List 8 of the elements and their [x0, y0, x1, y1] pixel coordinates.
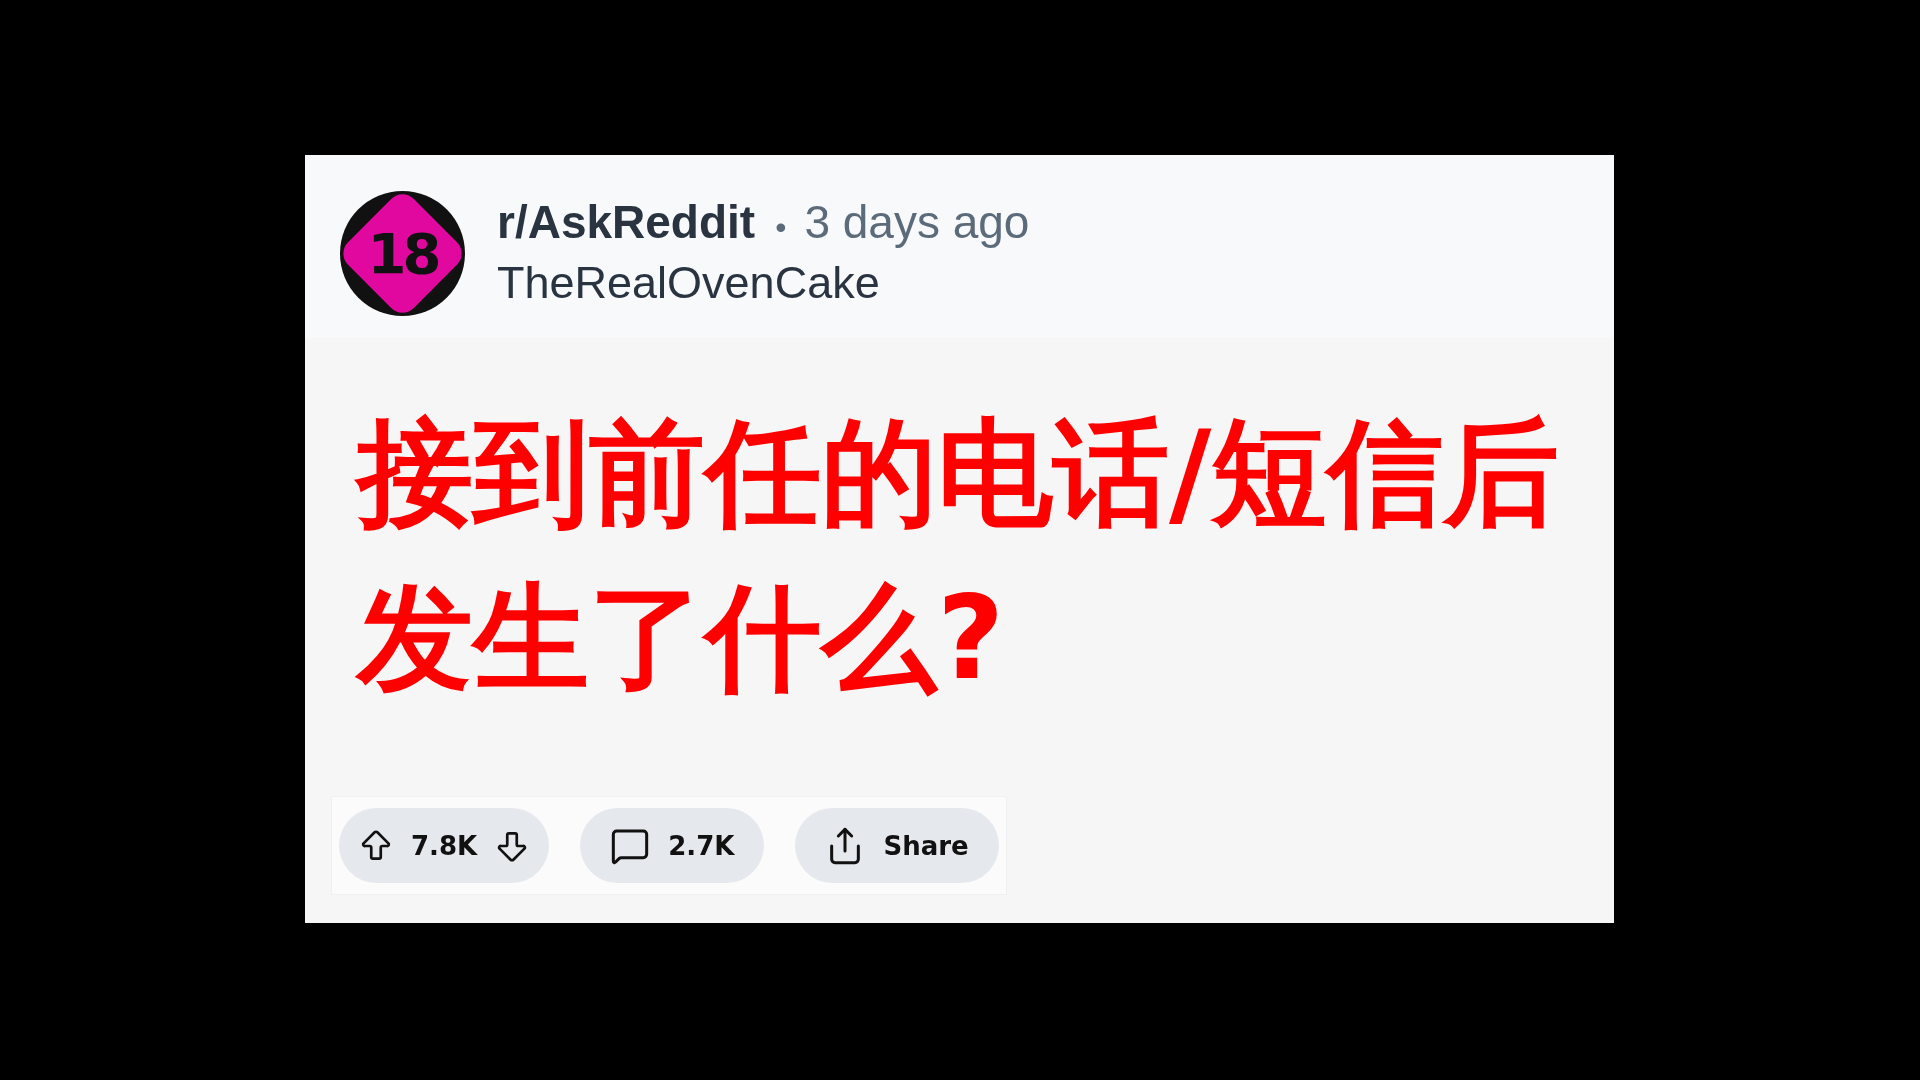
share-button[interactable]: Share — [795, 808, 999, 883]
avatar-label: 18 — [367, 225, 438, 282]
subreddit-link[interactable]: r/AskReddit — [497, 195, 756, 249]
separator-dot: • — [775, 209, 787, 246]
author-link[interactable]: TheRealOvenCake — [497, 257, 1030, 309]
vote-count: 7.8K — [411, 830, 478, 861]
post-time: 3 days ago — [804, 195, 1030, 249]
comments-button[interactable]: 2.7K — [580, 808, 765, 883]
